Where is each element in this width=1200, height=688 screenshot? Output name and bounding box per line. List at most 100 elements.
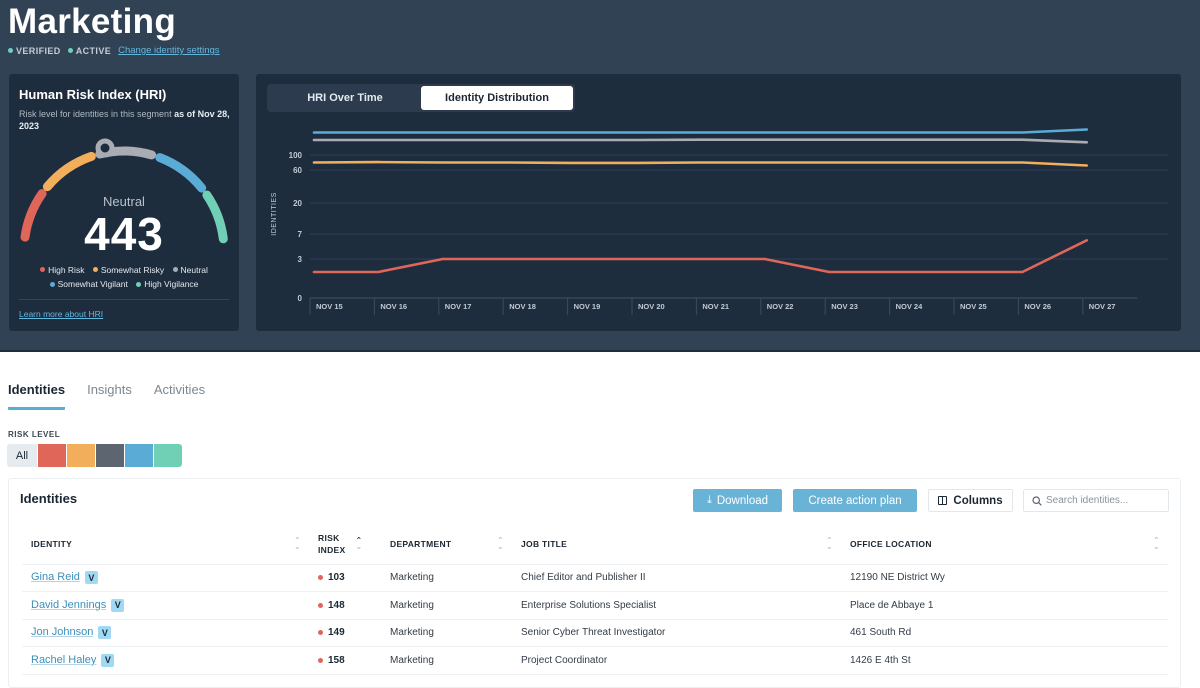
- risk-cell: 148: [309, 591, 381, 620]
- hri-score: 443: [84, 208, 164, 260]
- identity-link[interactable]: Jon Johnson: [31, 626, 93, 638]
- x-tick-label: NOV 25: [960, 302, 987, 311]
- identity-distribution-chart: 0 3 7 20 60 100 IDENTITIES NOV 15 NOV 16 NOV 17 NO…: [271, 128, 1168, 315]
- identity-cell: David Jennings V: [22, 591, 309, 620]
- x-tick-label: NOV 24: [896, 302, 924, 311]
- status-dot-icon: [67, 48, 73, 53]
- download-icon: ⤓: [706, 494, 712, 506]
- columns-button[interactable]: Columns: [928, 489, 1013, 512]
- sort-icon[interactable]: ⌃ ⌄: [826, 537, 833, 551]
- verified-badge: V: [98, 626, 112, 640]
- y-tick-label: 0: [298, 294, 303, 303]
- gauge-segment-somewhat-risky: [42, 151, 96, 192]
- chart-card: HRI Over Time Identity Distribution 0372…: [256, 74, 1181, 331]
- x-tick-label: NOV 17: [445, 302, 472, 311]
- identities-table-card: Identities ⤓ Download Create action plan …: [8, 478, 1181, 688]
- x-tick-label: NOV 27: [1089, 302, 1116, 311]
- office-location-cell: 1426 E 4th St: [841, 646, 1168, 675]
- header-label: RISK INDEX: [318, 533, 346, 556]
- x-tick-label: NOV 15: [316, 302, 343, 311]
- risk-dot-icon: [318, 602, 323, 608]
- header-panel: Marketing VERIFIED ACTIVE Change identit…: [0, 0, 1200, 352]
- verified-badge: V: [84, 571, 98, 585]
- search-input[interactable]: [1046, 495, 1166, 506]
- create-action-plan-button[interactable]: Create action plan: [793, 489, 917, 512]
- job-title-cell: Senior Cyber Threat Investigator: [512, 619, 841, 647]
- header-label: IDENTITY: [31, 539, 73, 550]
- legend-item-high-vigilance: High Vigilance: [136, 277, 198, 291]
- x-tick-label: NOV 16: [380, 302, 407, 311]
- search-icon: [1032, 495, 1042, 506]
- identity-link[interactable]: Rachel Haley: [31, 654, 96, 666]
- legend-dot-icon: [172, 267, 178, 272]
- risk-value: 149: [328, 627, 345, 639]
- header-label: JOB TITLE: [521, 539, 568, 550]
- columns-label: Columns: [953, 494, 1003, 507]
- verified-badge: V: [111, 598, 125, 612]
- change-identity-settings-link[interactable]: Change identity settings: [118, 45, 219, 56]
- legend-dot-icon: [40, 267, 46, 272]
- sort-ascending-icon[interactable]: ⌃ ⌄: [355, 537, 362, 551]
- column-header-identity[interactable]: IDENTITY ⌃ ⌄: [22, 525, 309, 565]
- sort-icon[interactable]: ⌃ ⌄: [1153, 537, 1160, 551]
- gauge-indicator-icon: [95, 138, 115, 158]
- office-location-cell: Place de Abbaye 1: [841, 591, 1168, 620]
- identity-cell: Rachel Haley V: [22, 646, 309, 675]
- status-active: ACTIVE: [67, 46, 111, 56]
- header-label: OFFICE LOCATION: [850, 539, 932, 550]
- column-header-risk-index[interactable]: RISK INDEX ⌃ ⌄: [309, 525, 381, 565]
- risk-filter-all[interactable]: All: [7, 444, 37, 467]
- gauge-segment-somewhat-vigilant: [155, 153, 207, 193]
- identity-link[interactable]: David Jennings: [31, 599, 106, 611]
- legend-label: Somewhat Risky: [100, 264, 165, 275]
- x-tick-label: NOV 26: [1024, 302, 1051, 311]
- identity-link[interactable]: Gina Reid: [31, 571, 80, 583]
- y-tick-label: 3: [298, 255, 303, 264]
- sort-icon[interactable]: ⌃ ⌄: [497, 537, 504, 551]
- tab-activities[interactable]: Activities: [154, 382, 205, 410]
- legend-dot-icon: [136, 281, 142, 287]
- table-row[interactable]: Gina Reid V 103 Marketing Chief Editor an…: [22, 564, 1168, 592]
- x-tick-label: NOV 20: [638, 302, 665, 311]
- column-header-department[interactable]: DEPARTMENT ⌃ ⌄: [381, 525, 512, 565]
- y-tick-label: 100: [289, 151, 303, 160]
- status-verified-label: VERIFIED: [16, 45, 61, 56]
- x-tick-label: NOV 19: [574, 302, 601, 311]
- tab-identities[interactable]: Identities: [8, 382, 66, 410]
- download-button[interactable]: ⤓ Download: [693, 489, 782, 512]
- y-tick-label: 20: [293, 199, 302, 208]
- risk-filter-somewhat-vigilant[interactable]: [125, 444, 153, 467]
- column-header-office-location[interactable]: OFFICE LOCATION ⌃ ⌄: [841, 525, 1168, 565]
- department-cell: Marketing: [381, 564, 512, 592]
- search-box: [1023, 489, 1169, 512]
- risk-dot-icon: [318, 657, 323, 663]
- sort-icon[interactable]: ⌃ ⌄: [294, 537, 301, 551]
- download-label: Download: [716, 494, 769, 507]
- legend-label: High Risk: [48, 264, 85, 275]
- identity-cell: Gina Reid V: [22, 564, 309, 592]
- department-cell: Marketing: [381, 646, 512, 675]
- risk-dot-icon: [318, 630, 323, 636]
- page-title: Marketing: [8, 2, 177, 41]
- hri-subtitle: Risk level for identities in this segmen…: [19, 108, 231, 132]
- learn-more-hri-link[interactable]: Learn more about HRI: [19, 309, 103, 319]
- tab-insights[interactable]: Insights: [87, 382, 132, 410]
- columns-icon: [938, 496, 948, 505]
- table-row[interactable]: David Jennings V 148 Marketing Enterprise…: [22, 591, 1168, 620]
- column-header-job-title[interactable]: JOB TITLE ⌃ ⌄: [512, 525, 841, 565]
- department-cell: Marketing: [381, 619, 512, 647]
- risk-filter-high-vigilance[interactable]: [154, 444, 182, 467]
- legend-dot-icon: [49, 281, 55, 287]
- table-row[interactable]: Rachel Haley V 158 Marketing Project Coor…: [22, 646, 1168, 675]
- main-tabs: Identities Insights Activities: [8, 382, 227, 410]
- risk-filter-somewhat-risky[interactable]: [67, 444, 95, 467]
- risk-value: 103: [328, 572, 345, 584]
- risk-filter-high-risk[interactable]: [38, 444, 66, 467]
- legend-label: Somewhat Vigilant: [57, 279, 128, 289]
- legend-item-high-risk: High Risk: [40, 263, 84, 277]
- series-line-somewhat-risky: [312, 160, 1089, 167]
- risk-filter-neutral[interactable]: [96, 444, 124, 467]
- table-row[interactable]: Jon Johnson V 149 Marketing Senior Cyber …: [22, 619, 1168, 647]
- status-row: VERIFIED ACTIVE Change identity settings: [8, 45, 220, 56]
- hri-subtitle-prefix: Risk level for identities in this segmen…: [19, 109, 172, 119]
